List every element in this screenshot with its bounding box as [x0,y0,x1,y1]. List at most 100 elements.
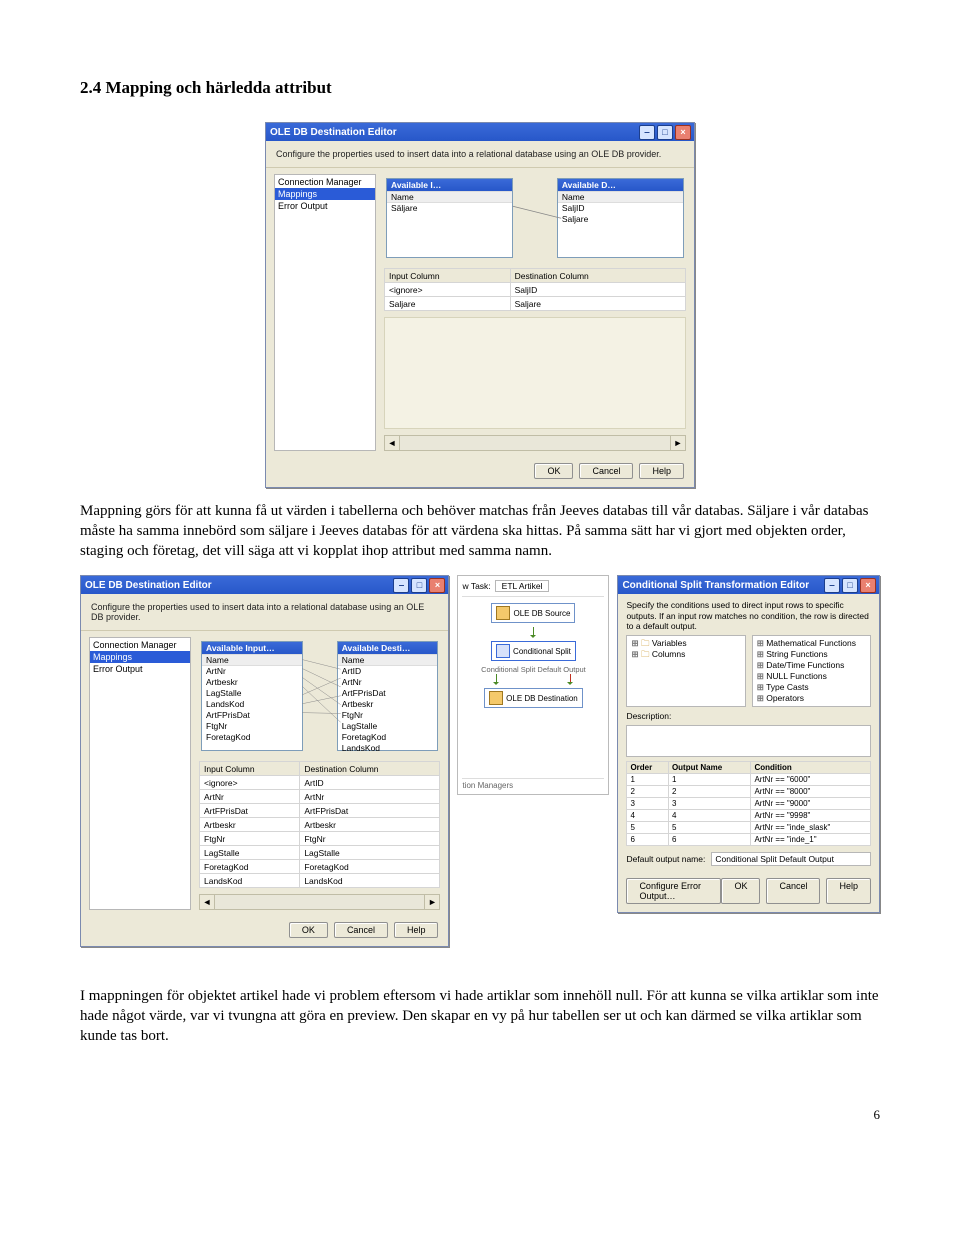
close-button[interactable]: × [429,578,445,593]
sidebar-error-output[interactable]: Error Output [90,663,190,675]
maximize-button[interactable]: □ [842,578,858,593]
scroll-right-icon[interactable]: ► [424,895,439,909]
grid-cell[interactable]: LandsKod [300,874,440,888]
cancel-button[interactable]: Cancel [579,463,633,479]
editor-sidebar[interactable]: Connection Manager Mappings Error Output [89,637,191,910]
minimize-button[interactable]: ‒ [393,578,409,593]
grid-cell[interactable]: 3 [668,797,751,809]
grid-cell[interactable]: <ignore> [385,283,511,297]
cond-rules-grid[interactable]: Order Output Name Condition 11ArtNr == "… [626,761,871,846]
expand-icon[interactable]: ⊞ [757,638,764,648]
input-item[interactable]: LandsKod [202,699,302,710]
grid-cell[interactable]: Artbeskr [300,818,440,832]
expand-icon[interactable]: ⊞ [757,649,764,659]
flow-source[interactable]: OLE DB Source [491,603,575,623]
grid-cell[interactable]: FtgNr [300,832,440,846]
grid-cell[interactable]: 6 [668,833,751,845]
input-item[interactable]: FtgNr [202,721,302,732]
grid-cell[interactable]: 5 [627,821,669,833]
grid-cell[interactable]: ArtNr == "inde_slask" [751,821,871,833]
flow-conditional-split[interactable]: Conditional Split [491,641,576,661]
configure-error-button[interactable]: Configure Error Output… [626,878,721,904]
grid-cell[interactable]: ArtNr [300,790,440,804]
input-item[interactable]: ArtFPrisDat [202,710,302,721]
titlebar[interactable]: Conditional Split Transformation Editor … [618,576,879,594]
input-item[interactable]: Säljare [387,203,512,214]
sidebar-connection-manager[interactable]: Connection Manager [275,176,375,188]
grid-cell[interactable]: ArtNr [200,790,300,804]
grid-cell[interactable]: 4 [668,809,751,821]
available-input-list[interactable]: Available I… Name Säljare [386,178,513,258]
cond-description-box[interactable] [626,725,871,757]
sidebar-error-output[interactable]: Error Output [275,200,375,212]
grid-cell[interactable]: 2 [668,785,751,797]
dest-item[interactable]: Saljare [558,214,683,225]
default-output-input[interactable] [711,852,871,866]
help-button[interactable]: Help [394,922,439,938]
help-button[interactable]: Help [639,463,684,479]
mapping-grid[interactable]: Input Column Destination Column <ignore>… [199,761,440,888]
dest-item[interactable]: ArtFPrisDat [338,688,438,699]
grid-cell[interactable]: Artbeskr [200,818,300,832]
ok-button[interactable]: OK [289,922,328,938]
grid-cell[interactable]: ForetagKod [200,860,300,874]
titlebar[interactable]: OLE DB Destination Editor ‒ □ × [266,123,694,141]
grid-cell[interactable]: <ignore> [200,776,300,790]
grid-cell[interactable]: 3 [627,797,669,809]
grid-cell[interactable]: ArtNr == "9000" [751,797,871,809]
dest-item[interactable]: Artbeskr [338,699,438,710]
input-item[interactable]: ArtNr [202,666,302,677]
grid-cell[interactable]: 2 [627,785,669,797]
close-button[interactable]: × [675,125,691,140]
scroll-left-icon[interactable]: ◄ [385,436,400,450]
ok-button[interactable]: OK [534,463,573,479]
flow-managers-tab[interactable]: tion Managers [462,778,604,790]
minimize-button[interactable]: ‒ [824,578,840,593]
horizontal-scrollbar[interactable]: ◄ ► [199,894,440,910]
dest-item[interactable]: LagStalle [338,721,438,732]
grid-cell[interactable]: Saljare [385,297,511,311]
ok-button[interactable]: OK [721,878,760,904]
flow-destination[interactable]: OLE DB Destination [484,688,583,708]
input-item[interactable]: ForetagKod [202,732,302,743]
expand-icon[interactable]: ⊞ [631,649,638,659]
dest-item[interactable]: LandsKod [338,743,438,754]
available-destination-list[interactable]: Available Desti… Name ArtID ArtNr ArtFPr… [337,641,439,751]
expand-icon[interactable]: ⊞ [631,638,638,648]
flow-task-button[interactable]: ETL Artikel [495,580,550,592]
grid-cell[interactable]: 1 [627,773,669,785]
dest-item[interactable]: FtgNr [338,710,438,721]
titlebar[interactable]: OLE DB Destination Editor ‒ □ × [81,576,448,594]
grid-cell[interactable]: ArtFPrisDat [300,804,440,818]
dataflow-designer[interactable]: w Task: ETL Artikel OLE DB Source Condit… [457,575,609,795]
grid-cell[interactable]: 1 [668,773,751,785]
available-destination-list[interactable]: Available D… Name SaljID Saljare [557,178,684,258]
input-item[interactable]: LagStalle [202,688,302,699]
expand-icon[interactable]: ⊞ [757,682,764,692]
sidebar-mappings[interactable]: Mappings [90,651,190,663]
cond-tree-left[interactable]: ⊞ 🗀 Variables ⊞ 🗀 Columns [626,635,745,707]
input-item[interactable]: Artbeskr [202,677,302,688]
grid-cell[interactable]: ArtID [300,776,440,790]
cancel-button[interactable]: Cancel [766,878,820,904]
expand-icon[interactable]: ⊞ [757,660,764,670]
close-button[interactable]: × [860,578,876,593]
grid-cell[interactable]: ArtNr == "inde_1" [751,833,871,845]
dest-item[interactable]: SaljID [558,203,683,214]
editor-sidebar[interactable]: Connection Manager Mappings Error Output [274,174,376,451]
minimize-button[interactable]: ‒ [639,125,655,140]
grid-cell[interactable]: Saljare [510,297,685,311]
help-button[interactable]: Help [826,878,871,904]
grid-cell[interactable]: 5 [668,821,751,833]
expand-icon[interactable]: ⊞ [757,693,764,703]
dest-item[interactable]: ForetagKod [338,732,438,743]
grid-cell[interactable]: ArtNr == "9998" [751,809,871,821]
grid-cell[interactable]: 4 [627,809,669,821]
grid-cell[interactable]: ForetagKod [300,860,440,874]
grid-cell[interactable]: ArtFPrisDat [200,804,300,818]
dest-item[interactable]: ArtNr [338,677,438,688]
grid-cell[interactable]: FtgNr [200,832,300,846]
grid-cell[interactable]: LagStalle [300,846,440,860]
grid-cell[interactable]: ArtNr == "6000" [751,773,871,785]
grid-cell[interactable]: SaljID [510,283,685,297]
